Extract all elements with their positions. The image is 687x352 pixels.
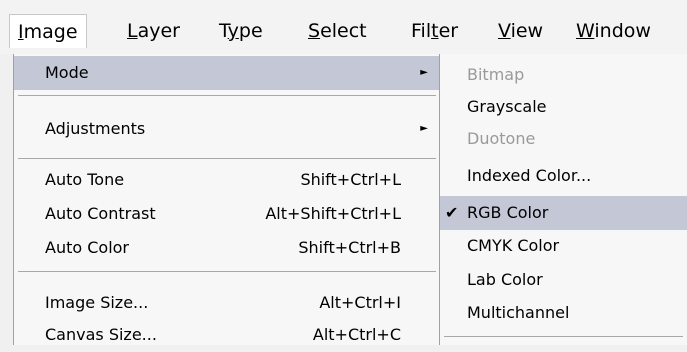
- menu-select[interactable]: Select: [300, 14, 375, 48]
- menu-type-label: Type: [219, 20, 263, 42]
- menu-item-label: Auto Contrast: [45, 204, 156, 223]
- submenu-item-label: RGB Color: [467, 203, 549, 222]
- menu-item-shortcut: Alt+Shift+Ctrl+L: [265, 204, 401, 223]
- submenu-item-lab-color[interactable]: Lab Color: [440, 264, 687, 296]
- menu-separator: [18, 95, 436, 96]
- menu-item-mode[interactable]: Mode ►: [14, 56, 440, 90]
- menu-item-shortcut: Shift+Ctrl+L: [300, 170, 401, 189]
- submenu-item-label: Indexed Color...: [467, 166, 592, 185]
- submenu-item-multichannel[interactable]: Multichannel: [440, 297, 687, 329]
- menu-view[interactable]: View: [490, 14, 551, 48]
- submenu-arrow-icon: ►: [420, 67, 428, 78]
- menu-item-label: Auto Tone: [45, 170, 125, 189]
- submenu-separator: [444, 336, 683, 337]
- menu-window[interactable]: Window: [568, 14, 659, 48]
- menu-item-label: Mode: [45, 63, 89, 82]
- submenu-item-grayscale[interactable]: Grayscale: [440, 91, 687, 123]
- menu-item-shortcut: Shift+Ctrl+B: [298, 238, 401, 257]
- submenu-item-label: Bitmap: [467, 65, 525, 84]
- menu-view-label: View: [498, 20, 544, 42]
- menu-item-auto-tone[interactable]: Auto Tone Shift+Ctrl+L: [14, 163, 440, 197]
- menu-item-image-size[interactable]: Image Size... Alt+Ctrl+I: [14, 286, 440, 320]
- menu-select-label: Select: [308, 20, 367, 42]
- menu-type[interactable]: Type: [211, 14, 271, 48]
- image-menu: Mode ► Adjustments ► Auto Tone Shift+Ctr…: [13, 54, 441, 345]
- menu-image-label: Image: [18, 21, 78, 43]
- menu-item-label: Canvas Size...: [45, 325, 157, 344]
- menu-item-adjustments[interactable]: Adjustments ►: [14, 112, 440, 146]
- submenu-item-duotone: Duotone: [440, 123, 687, 155]
- menu-item-canvas-size[interactable]: Canvas Size... Alt+Ctrl+C: [14, 318, 440, 352]
- submenu-item-label: Grayscale: [467, 97, 547, 116]
- menu-window-label: Window: [576, 20, 651, 42]
- menu-layer[interactable]: Layer: [119, 14, 188, 48]
- menu-separator: [18, 271, 436, 272]
- menu-bar: Image Layer Type Select Filter View Wind…: [0, 0, 687, 54]
- menu-separator: [18, 158, 436, 159]
- menu-item-label: Image Size...: [45, 293, 149, 312]
- submenu-item-label: Duotone: [467, 129, 536, 148]
- menu-item-auto-color[interactable]: Auto Color Shift+Ctrl+B: [14, 231, 440, 265]
- menu-item-shortcut: Alt+Ctrl+C: [312, 325, 401, 344]
- submenu-item-bitmap: Bitmap: [440, 59, 687, 91]
- menu-filter[interactable]: Filter: [403, 14, 466, 48]
- submenu-item-cmyk-color[interactable]: CMYK Color: [440, 230, 687, 262]
- submenu-item-rgb-color[interactable]: ✔ RGB Color: [440, 196, 687, 230]
- submenu-arrow-icon: ►: [420, 123, 428, 134]
- menu-item-shortcut: Alt+Ctrl+I: [319, 293, 401, 312]
- checkmark-icon: ✔: [445, 203, 459, 222]
- menu-image[interactable]: Image: [9, 14, 87, 48]
- menu-layer-label: Layer: [127, 20, 180, 42]
- mode-submenu: Bitmap Grayscale Duotone Indexed Color..…: [439, 54, 687, 345]
- submenu-item-label: CMYK Color: [467, 236, 560, 255]
- submenu-item-label: Multichannel: [467, 303, 570, 322]
- menu-filter-label: Filter: [411, 20, 459, 42]
- submenu-item-label: Lab Color: [467, 270, 543, 289]
- menu-item-label: Adjustments: [45, 119, 146, 138]
- menu-item-auto-contrast[interactable]: Auto Contrast Alt+Shift+Ctrl+L: [14, 197, 440, 231]
- menu-item-label: Auto Color: [45, 238, 130, 257]
- submenu-item-indexed-color[interactable]: Indexed Color...: [440, 160, 687, 192]
